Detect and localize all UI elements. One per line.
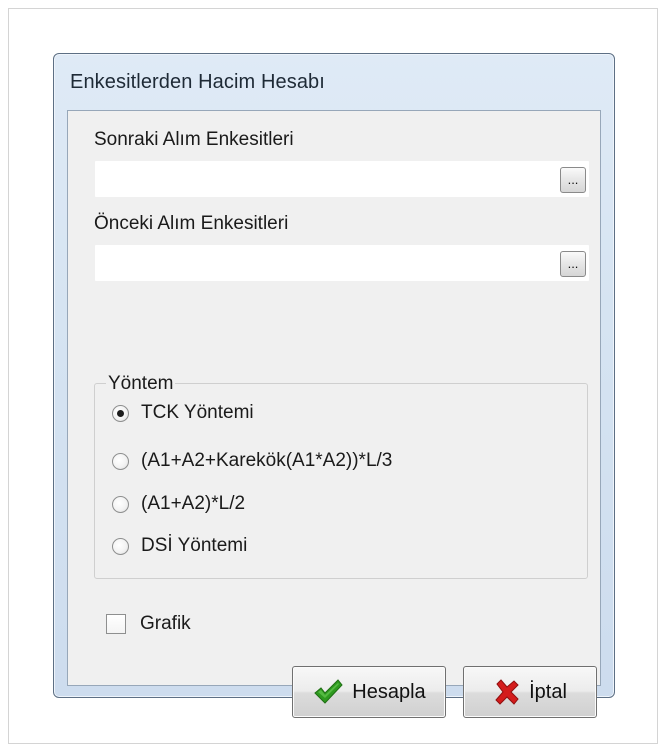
method-option-label: (A1+A2+Karekök(A1*A2))*L/3 [141, 450, 393, 471]
method-option-label: DSİ Yöntemi [141, 535, 248, 556]
radio-button[interactable] [112, 537, 129, 555]
method-option-tck[interactable]: TCK Yöntemi [112, 400, 254, 426]
next-sections-label: Sonraki Alım Enkesitleri [94, 129, 294, 150]
cancel-button-label: İptal [529, 680, 567, 703]
graph-checkbox-row[interactable]: Grafik [106, 611, 191, 637]
next-sections-input[interactable] [94, 160, 590, 198]
dialog-client-area: Sonraki Alım Enkesitleri ... Önceki Alım… [67, 110, 601, 718]
checkmark-icon [312, 678, 344, 706]
graph-checkbox-label: Grafik [140, 613, 191, 634]
method-option-prismoidal[interactable]: (A1+A2+Karekök(A1*A2))*L/3 [112, 448, 392, 474]
red-x-icon [493, 678, 521, 706]
method-option-dsi[interactable]: DSİ Yöntemi [112, 533, 247, 559]
method-option-label: (A1+A2)*L/2 [141, 493, 246, 514]
graph-checkbox[interactable] [106, 614, 126, 634]
prev-sections-browse-button[interactable]: ... [560, 251, 586, 277]
radio-button[interactable] [112, 495, 129, 513]
dialog-window: Enkesitlerden Hacim Hesabı Sonraki Alım … [53, 53, 615, 718]
method-option-label: TCK Yöntemi [141, 402, 254, 423]
radio-button-checked[interactable] [112, 404, 129, 422]
cancel-button[interactable]: İptal [463, 666, 597, 718]
radio-button[interactable] [112, 452, 129, 470]
window-title: Enkesitlerden Hacim Hesabı [70, 71, 325, 93]
next-sections-browse-button[interactable]: ... [560, 167, 586, 193]
prev-sections-label: Önceki Alım Enkesitleri [94, 213, 289, 234]
method-group-legend: Yöntem [106, 373, 176, 395]
calculate-button-label: Hesapla [352, 680, 426, 703]
prev-sections-input[interactable] [94, 244, 590, 282]
calculate-button[interactable]: Hesapla [292, 666, 446, 718]
method-option-average-end[interactable]: (A1+A2)*L/2 [112, 491, 245, 517]
